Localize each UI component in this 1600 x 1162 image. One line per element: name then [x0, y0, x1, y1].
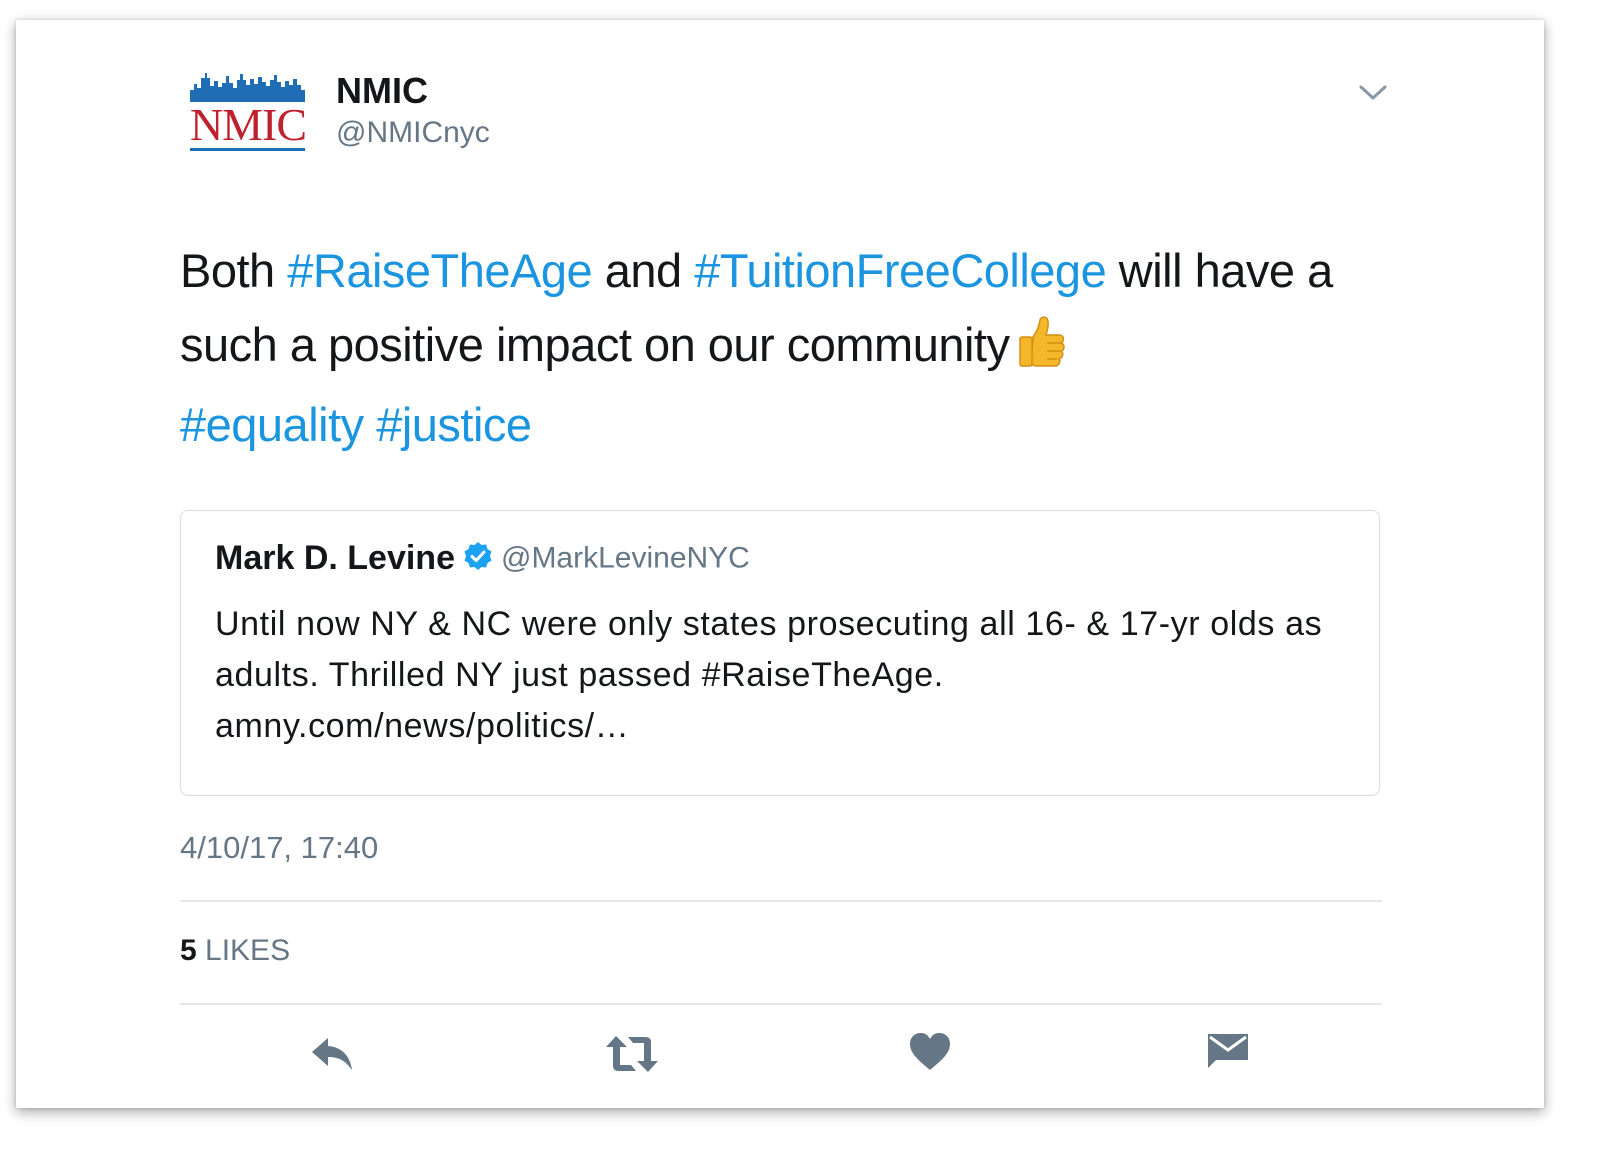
direct-message-icon[interactable]: [1204, 1030, 1252, 1079]
divider: [180, 1003, 1382, 1005]
tweet-timestamp[interactable]: 4/10/17, 17:40: [180, 830, 378, 866]
retweet-icon[interactable]: [604, 1030, 660, 1083]
hashtag-link[interactable]: #equality: [180, 398, 364, 451]
likes-number: 5: [180, 934, 197, 967]
likes-label: LIKES: [205, 934, 291, 967]
hashtag-link[interactable]: #RaiseTheAge: [287, 244, 592, 297]
reply-icon[interactable]: [308, 1030, 356, 1083]
author-handle[interactable]: @NMICnyc: [336, 116, 490, 150]
author-name[interactable]: NMIC: [336, 70, 428, 112]
tweet-actions-bar: [180, 1030, 1382, 1090]
chevron-down-icon[interactable]: [1356, 80, 1390, 104]
nmic-logo-image: NMIC: [190, 73, 307, 151]
tweet-content: NMIC NMIC @NMICnyc Both #RaiseTheAge and…: [180, 20, 1387, 1108]
quoted-tweet-header: Mark D. Levine @MarkLevineNYC: [215, 539, 750, 578]
hashtag-link[interactable]: #justice: [376, 398, 532, 451]
likes-count[interactable]: 5 LIKES: [180, 934, 290, 968]
quoted-tweet[interactable]: Mark D. Levine @MarkLevineNYC Until now …: [180, 510, 1380, 796]
quoted-author-name: Mark D. Levine: [215, 539, 455, 577]
logo-text: NMIC: [190, 99, 306, 150]
hashtag-link[interactable]: #TuitionFreeCollege: [694, 244, 1107, 297]
tweet-text: Both #RaiseTheAge and #TuitionFreeColleg…: [180, 234, 1382, 462]
tweet-card: NMIC NMIC @NMICnyc Both #RaiseTheAge and…: [16, 20, 1544, 1108]
quoted-author-handle: @MarkLevineNYC: [500, 541, 750, 575]
nmic-logo[interactable]: NMIC: [188, 70, 308, 156]
divider: [180, 900, 1382, 902]
tweet-text-part: [364, 398, 377, 451]
tweet-text-part: Both: [180, 244, 288, 297]
tweet-text-part: and: [592, 244, 695, 297]
verified-badge-icon: [463, 541, 493, 576]
quoted-tweet-text: Until now NY & NC were only states prose…: [215, 605, 1323, 745]
heart-icon[interactable]: [908, 1030, 952, 1079]
thumbs-up-emoji-icon: [1017, 314, 1067, 388]
